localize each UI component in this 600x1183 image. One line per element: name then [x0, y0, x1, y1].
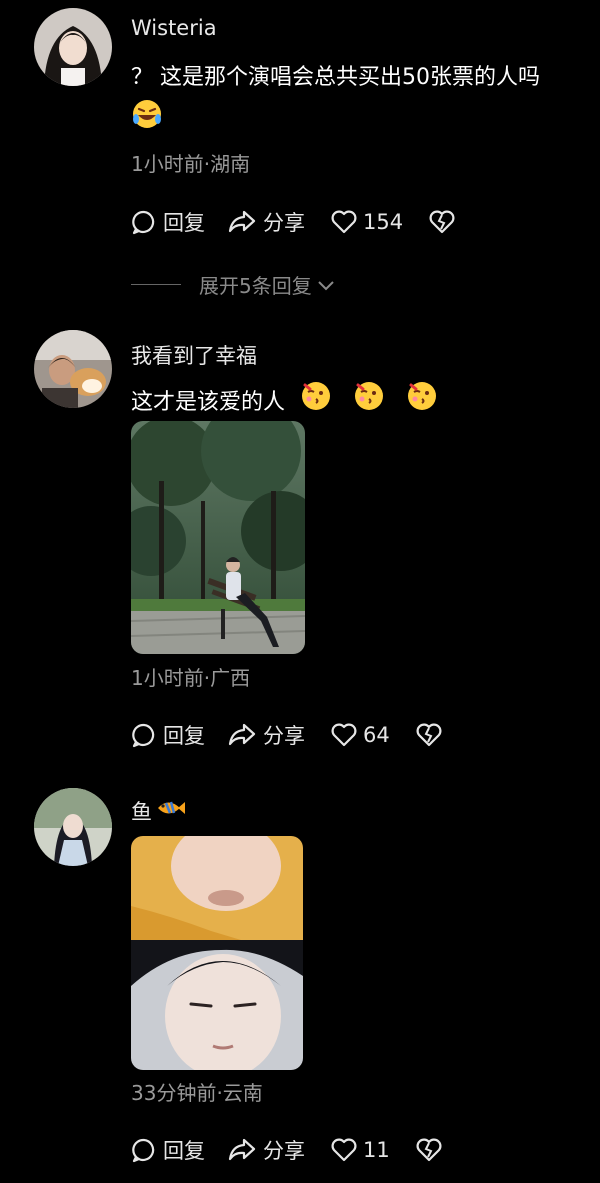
username[interactable]: Wisteria: [131, 16, 217, 40]
chevron-down-icon: [318, 280, 334, 290]
broken-heart-icon: [416, 723, 442, 747]
username[interactable]: 鱼: [131, 795, 186, 826]
comment-bubble-icon: [132, 1138, 155, 1163]
dislike-button[interactable]: [429, 210, 455, 234]
comment-text: 这才是该爱的人: [131, 380, 591, 426]
share-label: 分享: [263, 1139, 305, 1163]
reply-label: 回复: [163, 1139, 205, 1163]
reply-button[interactable]: 回复: [131, 1135, 205, 1165]
like-button[interactable]: 154: [331, 210, 403, 234]
reply-label: 回复: [163, 211, 205, 235]
user-avatar[interactable]: [34, 8, 112, 86]
reply-button[interactable]: 回复: [131, 720, 205, 750]
comment-actions: 回复 分享 64: [131, 719, 442, 751]
user-avatar[interactable]: [34, 788, 112, 866]
share-button[interactable]: 分享: [227, 207, 305, 237]
comment-photo[interactable]: [131, 421, 305, 654]
username-text: 鱼: [131, 799, 152, 824]
heart-icon: [331, 1138, 357, 1162]
comment-actions: 回复 分享 154: [131, 206, 455, 238]
comment-actions: 回复 分享 11: [131, 1134, 442, 1166]
share-button[interactable]: 分享: [227, 1135, 305, 1165]
expand-replies-label: 展开5条回复: [199, 274, 312, 298]
dislike-button[interactable]: [416, 723, 442, 747]
rolling-laughing-emoji-icon: [131, 98, 163, 144]
face-closeups-photo: [131, 836, 303, 1070]
kiss-face-emoji-icon: [406, 380, 438, 426]
broken-heart-icon: [416, 1138, 442, 1162]
share-arrow-icon: [228, 1138, 256, 1161]
like-count: 64: [363, 723, 390, 747]
comment-photo[interactable]: [131, 836, 303, 1070]
user-avatar[interactable]: [34, 330, 112, 408]
share-arrow-icon: [228, 210, 256, 233]
divider-line: [131, 284, 181, 285]
username[interactable]: 我看到了幸福: [131, 340, 257, 370]
park-bench-photo: [131, 421, 305, 654]
broken-heart-icon: [429, 210, 455, 234]
expand-replies[interactable]: 展开5条回复: [131, 270, 336, 299]
like-count: 11: [363, 1138, 390, 1162]
share-label: 分享: [263, 724, 305, 748]
share-arrow-icon: [228, 723, 256, 746]
comment-text-content: 这才是该爱的人: [131, 390, 286, 415]
like-button[interactable]: 64: [331, 723, 390, 747]
share-button[interactable]: 分享: [227, 720, 305, 750]
like-button[interactable]: 11: [331, 1138, 390, 1162]
time-location: 1小时前·湖南: [131, 152, 251, 176]
comment-text-content: ？ 这是那个演唱会总共买出50张票的人吗: [131, 65, 540, 90]
heart-icon: [331, 723, 357, 747]
time-location: 1小时前·广西: [131, 666, 251, 690]
comment-bubble-icon: [132, 210, 155, 235]
kiss-face-emoji-icon: [300, 380, 332, 426]
heart-icon: [331, 210, 357, 234]
share-label: 分享: [263, 211, 305, 235]
like-count: 154: [363, 210, 404, 234]
time-location: 33分钟前·云南: [131, 1081, 263, 1105]
comment-text: ？ 这是那个演唱会总共买出50张票的人吗: [131, 58, 591, 144]
reply-button[interactable]: 回复: [131, 207, 205, 237]
dislike-button[interactable]: [416, 1138, 442, 1162]
kiss-face-emoji-icon: [353, 380, 385, 426]
reply-label: 回复: [163, 724, 205, 748]
comment-bubble-icon: [132, 723, 155, 748]
fish-emoji-icon: [156, 795, 186, 826]
